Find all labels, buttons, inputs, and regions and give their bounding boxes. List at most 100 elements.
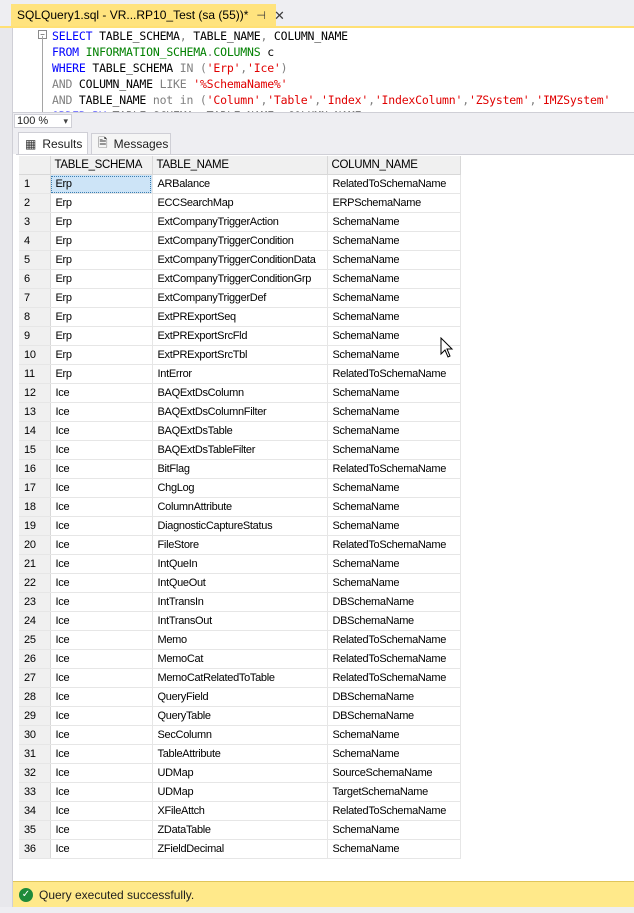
table-cell[interactable]: Ice [50, 554, 153, 574]
table-cell[interactable]: SchemaName [327, 288, 461, 308]
table-cell[interactable]: Ice [50, 592, 153, 612]
table-row[interactable]: 36 Ice ZFieldDecimal SchemaName [19, 839, 461, 859]
table-cell[interactable]: ECCSearchMap [152, 193, 328, 213]
table-cell[interactable]: ERPSchemaName [327, 193, 461, 213]
row-number[interactable]: 25 [19, 630, 51, 650]
table-cell[interactable]: Ice [50, 440, 153, 460]
table-cell[interactable]: Erp [50, 174, 153, 194]
table-row[interactable]: 17 Ice ChgLog SchemaName [19, 478, 461, 498]
table-cell[interactable]: SchemaName [327, 269, 461, 289]
row-number[interactable]: 28 [19, 687, 51, 707]
table-cell[interactable]: SchemaName [327, 516, 461, 536]
table-cell[interactable]: SchemaName [327, 212, 461, 232]
table-cell[interactable]: Ice [50, 421, 153, 441]
table-cell[interactable]: XFileAttch [152, 801, 328, 821]
code-line[interactable]: FROM INFORMATION_SCHEMA.COLUMNS c [52, 44, 634, 60]
table-cell[interactable]: Ice [50, 782, 153, 802]
table-cell[interactable]: MemoCatRelatedToTable [152, 668, 328, 688]
table-cell[interactable]: RelatedToSchemaName [327, 630, 461, 650]
row-number[interactable]: 1 [19, 174, 51, 194]
table-row[interactable]: 21 Ice IntQueIn SchemaName [19, 554, 461, 574]
table-cell[interactable]: Ice [50, 478, 153, 498]
table-cell[interactable]: BitFlag [152, 459, 328, 479]
table-cell[interactable]: Ice [50, 649, 153, 669]
table-cell[interactable]: DBSchemaName [327, 611, 461, 631]
table-row[interactable]: 12 Ice BAQExtDsColumn SchemaName [19, 383, 461, 403]
row-number[interactable]: 34 [19, 801, 51, 821]
table-cell[interactable]: SchemaName [327, 402, 461, 422]
table-cell[interactable]: UDMap [152, 763, 328, 783]
table-row[interactable]: 14 Ice BAQExtDsTable SchemaName [19, 421, 461, 441]
table-cell[interactable]: SecColumn [152, 725, 328, 745]
table-cell[interactable]: Erp [50, 193, 153, 213]
table-cell[interactable]: Ice [50, 630, 153, 650]
table-cell[interactable]: ExtPRExportSrcTbl [152, 345, 328, 365]
row-number[interactable]: 31 [19, 744, 51, 764]
table-cell[interactable]: SchemaName [327, 307, 461, 327]
table-row[interactable]: 1 Erp ARBalance RelatedToSchemaName [19, 174, 461, 194]
row-number[interactable]: 18 [19, 497, 51, 517]
table-cell[interactable]: QueryTable [152, 706, 328, 726]
table-cell[interactable]: Erp [50, 269, 153, 289]
table-cell[interactable]: ExtCompanyTriggerConditionData [152, 250, 328, 270]
table-cell[interactable]: Ice [50, 706, 153, 726]
row-number[interactable]: 7 [19, 288, 51, 308]
code-line[interactable]: AND COLUMN_NAME LIKE '%SchemaName%' [52, 76, 634, 92]
table-row[interactable]: 3 Erp ExtCompanyTriggerAction SchemaName [19, 212, 461, 232]
row-number[interactable]: 29 [19, 706, 51, 726]
table-cell[interactable]: Erp [50, 250, 153, 270]
table-cell[interactable]: Ice [50, 535, 153, 555]
row-number[interactable]: 32 [19, 763, 51, 783]
table-cell[interactable]: RelatedToSchemaName [327, 459, 461, 479]
table-row[interactable]: 15 Ice BAQExtDsTableFilter SchemaName [19, 440, 461, 460]
table-row[interactable]: 19 Ice DiagnosticCaptureStatus SchemaName [19, 516, 461, 536]
query-editor[interactable]: − SELECT TABLE_SCHEMA, TABLE_NAME, COLUM… [13, 28, 634, 112]
table-cell[interactable]: IntTransOut [152, 611, 328, 631]
table-row[interactable]: 5 Erp ExtCompanyTriggerConditionData Schema… [19, 250, 461, 270]
table-cell[interactable]: RelatedToSchemaName [327, 535, 461, 555]
table-cell[interactable]: SchemaName [327, 820, 461, 840]
table-cell[interactable]: Ice [50, 839, 153, 859]
column-header[interactable]: TABLE_SCHEMA [50, 156, 153, 175]
code-line[interactable]: WHERE TABLE_SCHEMA IN ('Erp','Ice') [52, 60, 634, 76]
table-cell[interactable]: SchemaName [327, 573, 461, 593]
row-number[interactable]: 24 [19, 611, 51, 631]
table-row[interactable]: 35 Ice ZDataTable SchemaName [19, 820, 461, 840]
table-cell[interactable]: FileStore [152, 535, 328, 555]
table-row[interactable]: 27 Ice MemoCatRelatedToTable RelatedToSchem… [19, 668, 461, 688]
row-number[interactable]: 8 [19, 307, 51, 327]
table-cell[interactable]: SchemaName [327, 250, 461, 270]
table-row[interactable]: 16 Ice BitFlag RelatedToSchemaName [19, 459, 461, 479]
table-cell[interactable]: TargetSchemaName [327, 782, 461, 802]
row-number[interactable]: 23 [19, 592, 51, 612]
row-number[interactable]: 22 [19, 573, 51, 593]
table-cell[interactable]: Ice [50, 744, 153, 764]
tab-messages[interactable]: 🗎 Messages [91, 133, 171, 154]
row-number[interactable]: 10 [19, 345, 51, 365]
row-number[interactable]: 19 [19, 516, 51, 536]
table-row[interactable]: 10 Erp ExtPRExportSrcTbl SchemaName [19, 345, 461, 365]
grid-corner-header[interactable] [19, 156, 51, 175]
table-cell[interactable]: ARBalance [152, 174, 328, 194]
pin-icon[interactable]: ⊣ [256, 9, 266, 22]
row-number[interactable]: 9 [19, 326, 51, 346]
table-cell[interactable]: Ice [50, 668, 153, 688]
table-row[interactable]: 6 Erp ExtCompanyTriggerConditionGrp SchemaN… [19, 269, 461, 289]
table-cell[interactable]: Ice [50, 516, 153, 536]
table-cell[interactable]: DiagnosticCaptureStatus [152, 516, 328, 536]
table-cell[interactable]: Erp [50, 307, 153, 327]
table-row[interactable]: 8 Erp ExtPRExportSeq SchemaName [19, 307, 461, 327]
table-cell[interactable]: BAQExtDsTableFilter [152, 440, 328, 460]
table-row[interactable]: 31 Ice TableAttribute SchemaName [19, 744, 461, 764]
close-icon[interactable]: ✕ [274, 9, 285, 22]
table-cell[interactable]: MemoCat [152, 649, 328, 669]
table-cell[interactable]: TableAttribute [152, 744, 328, 764]
table-cell[interactable]: ChgLog [152, 478, 328, 498]
code-line[interactable]: SELECT TABLE_SCHEMA, TABLE_NAME, COLUMN_… [52, 28, 634, 44]
table-cell[interactable]: IntError [152, 364, 328, 384]
table-cell[interactable]: Erp [50, 288, 153, 308]
table-row[interactable]: 25 Ice Memo RelatedToSchemaName [19, 630, 461, 650]
row-number[interactable]: 13 [19, 402, 51, 422]
table-cell[interactable]: DBSchemaName [327, 687, 461, 707]
table-cell[interactable]: ExtCompanyTriggerCondition [152, 231, 328, 251]
